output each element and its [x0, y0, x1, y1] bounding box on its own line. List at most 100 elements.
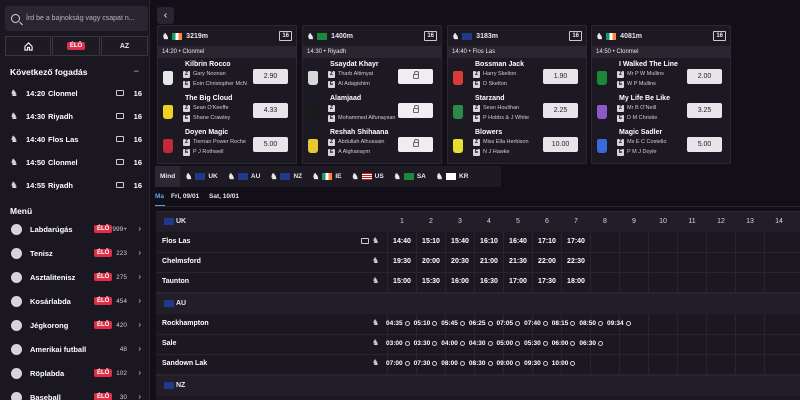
race-time-cell[interactable]: 16:00 [448, 278, 472, 285]
race-time-cell[interactable]: 07:40 [524, 320, 541, 327]
tab-ie[interactable]: ♞ IE [307, 166, 346, 187]
date-tab-today[interactable]: Ma [155, 193, 164, 200]
odds-button[interactable]: 1.90 [543, 69, 578, 84]
race-time-cell[interactable]: 22:00 [535, 258, 559, 265]
odds-locked-button[interactable] [398, 103, 433, 118]
odds-button[interactable]: 4.33 [253, 103, 288, 118]
tab-sa[interactable]: ♞ SA [389, 166, 431, 187]
odds-locked-button[interactable] [398, 137, 433, 152]
track-row[interactable]: Rockhampton ♞ 04:35 05:10 05:45 06:25 07:05 07:… [156, 315, 800, 335]
race-time-cell[interactable]: 08:15 [552, 320, 569, 327]
sport-row[interactable]: Tenisz ÉLŐ 223 › [0, 243, 149, 265]
home-button[interactable] [5, 36, 51, 56]
race-time-cell[interactable]: 06:00 [552, 340, 569, 347]
sport-row[interactable]: Baseball ÉLŐ 30 › [0, 387, 149, 400]
odds-button[interactable]: 2.00 [687, 69, 722, 84]
race-time-cell[interactable]: 07:30 [414, 360, 431, 367]
track-row[interactable]: Taunton ♞ 15:00 15:30 16:00 16:30 17:00 17:30 18… [156, 273, 800, 293]
race-time-cell[interactable]: 16:40 [506, 238, 530, 245]
race-time-cell[interactable]: 08:00 [441, 360, 458, 367]
race-time-cell[interactable]: 05:10 [414, 320, 431, 327]
race-time-cell[interactable]: 08:30 [469, 360, 486, 367]
race-time-cell[interactable]: 15:40 [448, 238, 472, 245]
race-time-cell[interactable]: 17:40 [564, 238, 588, 245]
race-time-cell[interactable]: 15:00 [390, 278, 414, 285]
race-time-cell[interactable]: 09:00 [497, 360, 514, 367]
horse-icon: ♞ [307, 31, 315, 41]
sport-row[interactable]: Labdarúgás ÉLŐ 999+ › [0, 219, 149, 241]
next-race-row[interactable]: ♞ 14:55 Riyadh 16 [0, 174, 149, 196]
sport-row[interactable]: Röplabda ÉLŐ 102 › [0, 363, 149, 385]
race-card[interactable]: ♞ 3183m 16 14:40 • Flos Las Bossman Jack Z Har… [447, 25, 587, 164]
race-time-cell[interactable]: 03:30 [414, 340, 431, 347]
track-row[interactable]: Sale ♞ 03:00 03:30 04:00 04:30 05:00 05:30 06:00… [156, 335, 800, 355]
tab-kr[interactable]: ♞ KR [431, 166, 474, 187]
race-time-cell[interactable]: 22:30 [564, 258, 588, 265]
date-tab-fri[interactable]: Fri, 09/01 [171, 193, 199, 200]
race-time-cell[interactable]: 14:40 [390, 238, 414, 245]
track-row[interactable]: Chelmsford ♞ 19:30 20:00 20:30 21:00 21:30 22:0… [156, 253, 800, 273]
race-card[interactable]: ♞ 4081m 16 14:50 • Clonmel I Walked The Line… [591, 25, 731, 164]
race-time-cell[interactable]: 06:30 [579, 340, 596, 347]
race-time-cell[interactable]: 05:00 [497, 340, 514, 347]
race-time-cell[interactable]: 08:50 [579, 320, 596, 327]
race-time-cell[interactable]: 17:10 [535, 238, 559, 245]
odds-button[interactable]: 5.00 [253, 137, 288, 152]
race-time-cell[interactable]: 16:10 [477, 238, 501, 245]
tab-us[interactable]: ♞ US [346, 166, 388, 187]
tab-nz[interactable]: ♞ NZ [265, 166, 307, 187]
odds-button[interactable]: 10.00 [543, 137, 578, 152]
race-time-cell[interactable]: 09:34 [607, 320, 624, 327]
race-time-cell[interactable]: 07:00 [386, 360, 403, 367]
race-time-cell[interactable]: 06:25 [469, 320, 486, 327]
sport-row[interactable]: Amerikai futball 48 › [0, 339, 149, 361]
live-filter-button[interactable]: ÉLŐ [52, 36, 100, 56]
track-row[interactable]: Sandown Lak ♞ 07:00 07:30 08:00 08:30 09:00 09:… [156, 355, 800, 375]
back-button[interactable]: ‹ [157, 7, 174, 24]
race-time-cell[interactable]: 03:00 [386, 340, 403, 347]
race-time-cell[interactable]: 21:30 [506, 258, 530, 265]
race-card[interactable]: ♞ 3219m 16 14:20 • Clonmel Kilbrin Rocco Z Gar… [157, 25, 297, 164]
race-time-cell[interactable]: 04:00 [441, 340, 458, 347]
race-time-cell[interactable]: 10:00 [552, 360, 569, 367]
odds-button[interactable]: 2.90 [253, 69, 288, 84]
race-time-cell[interactable]: 21:00 [477, 258, 501, 265]
next-race-row[interactable]: ♞ 14:50 Clonmel 16 [0, 151, 149, 173]
odds-button[interactable]: 3.25 [687, 103, 722, 118]
next-race-row[interactable]: ♞ 14:20 Clonmel 16 [0, 82, 149, 104]
race-time-cell[interactable]: 07:05 [497, 320, 514, 327]
race-time-cell[interactable]: 15:30 [419, 278, 443, 285]
tab-mind[interactable]: Mind [155, 166, 181, 187]
collapse-icon[interactable]: − [134, 66, 139, 76]
tab-au[interactable]: ♞ AU [223, 166, 266, 187]
race-time-cell[interactable]: 05:30 [524, 340, 541, 347]
next-race-row[interactable]: ♞ 14:30 Riyadh 16 [0, 105, 149, 127]
race-time-cell[interactable]: 16:30 [477, 278, 501, 285]
odds-button[interactable]: 2.25 [543, 103, 578, 118]
race-time-cell[interactable]: 05:45 [441, 320, 458, 327]
race-time-cell[interactable]: 17:00 [506, 278, 530, 285]
live-badge: ÉLŐ [66, 42, 86, 50]
sport-row[interactable]: Jégkorong ÉLŐ 420 › [0, 315, 149, 337]
runner-name: Magic Sadler [619, 129, 663, 136]
odds-locked-button[interactable] [398, 69, 433, 84]
race-time-cell[interactable]: 04:35 [386, 320, 403, 327]
race-time-cell[interactable]: 15:10 [419, 238, 443, 245]
az-filter-button[interactable]: AZ [101, 36, 148, 56]
odds-button[interactable]: 5.00 [687, 137, 722, 152]
race-time-cell[interactable]: 09:30 [524, 360, 541, 367]
tab-uk[interactable]: ♞ UK [180, 166, 223, 187]
race-time-cell[interactable]: 20:00 [419, 258, 443, 265]
search-input[interactable]: Írd be a bajnokság vagy csapat n... [5, 6, 148, 31]
sport-row[interactable]: Asztalitenisz ÉLŐ 275 › [0, 267, 149, 289]
track-row[interactable]: Flos Las ♞ 14:40 15:10 15:40 16:10 16:40 17:10 1… [156, 233, 800, 253]
race-time-cell[interactable]: 20:30 [448, 258, 472, 265]
race-time-cell[interactable]: 17:30 [535, 278, 559, 285]
race-time-cell[interactable]: 18:00 [564, 278, 588, 285]
next-race-row[interactable]: ♞ 14:40 Flos Las 16 [0, 128, 149, 150]
race-card[interactable]: ♞ 1400m 16 14:30 • Riyadh Ssaydat Khayr Z Thar… [302, 25, 442, 164]
race-time-cell[interactable]: 04:30 [469, 340, 486, 347]
sport-row[interactable]: Kosárlabda ÉLŐ 454 › [0, 291, 149, 313]
race-time-cell[interactable]: 19:30 [390, 258, 414, 265]
date-tab-sat[interactable]: Sat, 10/01 [209, 193, 239, 200]
